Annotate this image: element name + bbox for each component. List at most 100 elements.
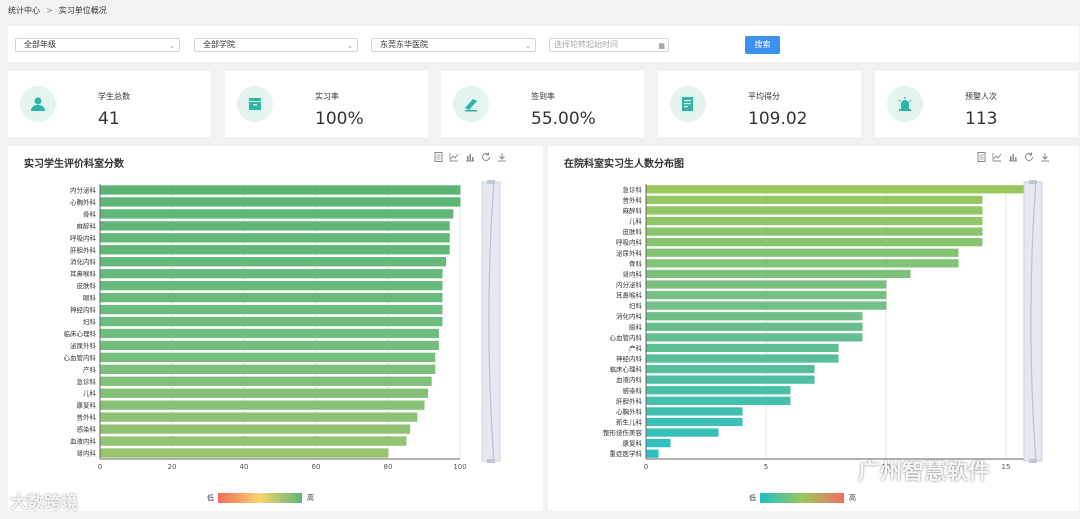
legend-high-label: 高 (849, 493, 856, 502)
bar[interactable] (646, 364, 815, 374)
bar[interactable] (646, 386, 791, 395)
doc-icon[interactable] (433, 152, 443, 162)
bar[interactable] (646, 280, 887, 289)
zoom-handle-bottom[interactable] (487, 459, 495, 463)
bar[interactable] (100, 364, 436, 374)
bar[interactable] (100, 209, 454, 219)
bar[interactable] (646, 185, 1031, 194)
bar[interactable] (100, 257, 447, 267)
bar[interactable] (100, 245, 450, 255)
download-icon[interactable] (497, 152, 507, 162)
filter-bar: 全部年级 ⌄ 全部学院 ⌄ 东莞东华医院 ⌄ 选择轮转起始时间 ▦ 搜索 (8, 26, 1079, 62)
bar[interactable] (646, 259, 959, 268)
bar[interactable] (100, 280, 443, 291)
bar[interactable] (646, 290, 887, 300)
category-label: 感染科 (77, 425, 97, 434)
refresh-icon[interactable] (1024, 152, 1034, 162)
bar[interactable] (100, 269, 443, 279)
bar[interactable] (100, 436, 407, 446)
bar[interactable] (646, 195, 983, 204)
bar[interactable] (100, 328, 439, 339)
chevron-down-icon: ⌄ (169, 42, 175, 50)
bar[interactable] (646, 449, 659, 458)
bar[interactable] (646, 301, 887, 310)
bar[interactable] (100, 412, 418, 422)
bar[interactable] (646, 248, 959, 257)
category-label: 临床心理科 (64, 329, 97, 338)
category-label: 肝胆外科 (616, 396, 643, 405)
category-label: 内分泌科 (616, 280, 643, 289)
watermark-left: 大数跨境 (10, 493, 78, 513)
bar-chart-icon[interactable] (1008, 152, 1018, 162)
category-label: 呼吸内科 (616, 238, 643, 247)
bar[interactable] (100, 197, 461, 207)
bar[interactable] (646, 322, 863, 331)
bar[interactable] (100, 448, 389, 458)
bar[interactable] (100, 400, 425, 410)
grade-select[interactable]: 全部年级 ⌄ (15, 38, 180, 52)
bar[interactable] (100, 340, 439, 351)
line-chart-icon[interactable] (992, 152, 1002, 162)
bar[interactable] (646, 354, 839, 363)
bar[interactable] (100, 376, 432, 386)
bar[interactable] (100, 185, 461, 195)
date-input[interactable]: 选择轮转起始时间 ▦ (549, 38, 669, 52)
bar[interactable] (646, 206, 983, 215)
bar[interactable] (646, 407, 743, 416)
calendar-icon[interactable]: ▦ (658, 40, 665, 52)
bar[interactable] (100, 388, 429, 398)
search-button[interactable]: 搜索 (745, 36, 780, 54)
zoom-handle-top[interactable] (1029, 180, 1037, 184)
college-select[interactable]: 全部学院 ⌄ (194, 38, 358, 52)
breadcrumb-current: 实习单位概况 (58, 5, 107, 15)
students-icon (20, 86, 56, 122)
hospital-select[interactable]: 东莞东华医院 ⌄ (371, 38, 536, 52)
breadcrumb-home[interactable]: 统计中心 (8, 5, 40, 16)
bar[interactable] (646, 343, 839, 353)
bar[interactable] (646, 269, 911, 279)
legend-gradient[interactable] (218, 493, 302, 503)
bar[interactable] (646, 375, 815, 384)
bar[interactable] (646, 439, 671, 448)
bar[interactable] (646, 428, 719, 437)
stat-label: 签到率 (531, 92, 555, 101)
stat-label: 学生总数 (98, 92, 130, 101)
bar[interactable] (100, 352, 436, 363)
legend-high-label: 高 (307, 493, 314, 502)
tick-label: 0 (644, 463, 648, 471)
bar-chart-icon[interactable] (465, 152, 475, 162)
bar[interactable] (646, 333, 863, 342)
bar[interactable] (100, 221, 450, 231)
bar[interactable] (100, 424, 411, 434)
bar[interactable] (100, 304, 443, 315)
dept-score-panel: 内分泌科 心胸外科 骨科 麻醉科 呼吸内科 肝胆外科 消化内科 耳鼻喉科 皮肤科 眼科 神经内科 妇科… (8, 146, 543, 511)
category-label: 临床心理科 (610, 365, 643, 374)
zoom-handle-bottom[interactable] (1029, 459, 1037, 463)
doc-icon[interactable] (976, 152, 986, 162)
category-label: 妇科 (629, 301, 643, 310)
watermark-right: 广州智慧软件 (858, 460, 991, 485)
category-label: 泌尿外科 (70, 341, 97, 350)
line-chart-icon[interactable] (449, 152, 459, 162)
bar[interactable] (646, 238, 983, 247)
bar[interactable] (100, 316, 443, 327)
score-icon (670, 86, 706, 122)
legend-gradient[interactable] (760, 493, 844, 503)
category-label: 骨科 (83, 209, 97, 218)
category-label: 产科 (83, 365, 97, 374)
category-label: 肝胆外科 (70, 245, 97, 254)
bar[interactable] (646, 417, 743, 427)
download-icon[interactable] (1040, 152, 1050, 162)
bar[interactable] (100, 233, 450, 243)
tick-label: 15 (1002, 463, 1011, 471)
category-label: 耳鼻喉科 (70, 269, 97, 278)
zoom-handle-top[interactable] (487, 180, 495, 184)
bar[interactable] (646, 227, 983, 236)
bar[interactable] (646, 312, 863, 321)
refresh-icon[interactable] (481, 152, 491, 162)
bar[interactable] (100, 292, 443, 303)
category-label: 儿科 (629, 217, 643, 226)
category-label: 感染科 (623, 386, 643, 395)
bar[interactable] (646, 216, 983, 226)
bar[interactable] (646, 396, 791, 405)
